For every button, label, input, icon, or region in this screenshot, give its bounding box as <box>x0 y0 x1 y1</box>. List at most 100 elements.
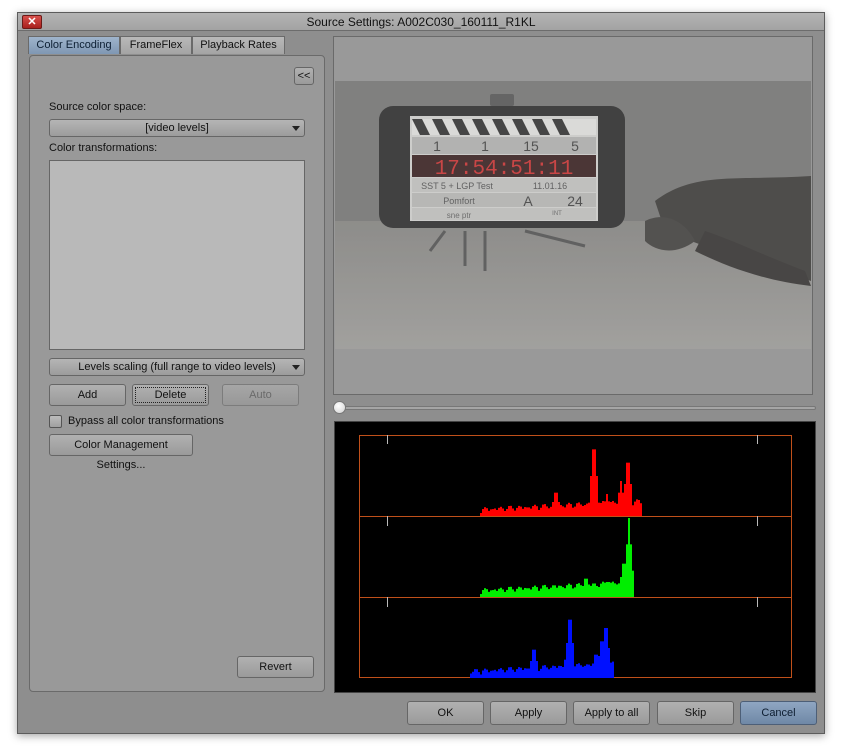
histogram-bar <box>542 585 544 597</box>
histogram-bar <box>554 585 556 597</box>
histogram-bar <box>480 594 482 597</box>
source-color-space-label: Source color space: <box>49 101 147 113</box>
histogram-bar <box>502 508 504 516</box>
source-settings-dialog: ✕ Source Settings: A002C030_160111_R1KL … <box>17 12 825 734</box>
auto-button[interactable]: Auto <box>222 384 299 406</box>
histogram-bar <box>526 668 528 678</box>
apply-button[interactable]: Apply <box>490 701 567 725</box>
histogram-bar <box>510 586 512 597</box>
histogram-bar <box>554 492 556 516</box>
histogram-bar <box>490 509 492 516</box>
histogram-bar <box>494 508 496 516</box>
histogram-bar <box>630 484 632 516</box>
histogram-bar <box>600 641 602 678</box>
histogram-bar <box>508 667 510 678</box>
histogram-bar <box>512 589 514 597</box>
histogram-bar <box>518 586 520 597</box>
tab-frameflex[interactable]: FrameFlex <box>120 36 192 54</box>
histogram-bar <box>528 588 530 597</box>
histogram-bar <box>488 672 490 678</box>
histogram-bar <box>592 583 594 597</box>
histogram-bar <box>548 589 550 597</box>
histogram-bar <box>556 587 558 597</box>
histogram-bar <box>582 666 584 678</box>
title-bar[interactable]: ✕ Source Settings: A002C030_160111_R1KL <box>18 13 824 31</box>
histogram-bar <box>590 665 592 678</box>
histogram-bar <box>582 505 584 516</box>
histogram-bar <box>586 503 588 516</box>
skip-button[interactable]: Skip <box>657 701 734 725</box>
source-color-space-value: [video levels] <box>145 122 209 134</box>
histogram-bar <box>584 665 586 678</box>
histogram-bar <box>606 494 608 516</box>
histogram-bar <box>570 584 572 597</box>
histogram-bar <box>504 510 506 516</box>
histogram-bar <box>638 500 640 516</box>
histogram-bar <box>588 502 590 516</box>
histogram-bar <box>576 583 578 597</box>
histogram-bar <box>626 544 628 597</box>
source-color-space-select[interactable]: [video levels] <box>49 119 305 137</box>
histogram-bar <box>598 586 600 597</box>
histogram-bar <box>590 585 592 597</box>
histogram-bar <box>518 505 520 516</box>
histogram-bar <box>542 504 544 516</box>
histogram-bar <box>558 585 560 597</box>
bypass-checkbox[interactable] <box>49 415 62 428</box>
histogram-bar <box>530 589 532 597</box>
histogram-bar <box>582 586 584 597</box>
histogram-bar <box>606 628 608 678</box>
histogram-bar <box>566 585 568 597</box>
revert-button[interactable]: Revert <box>237 656 314 678</box>
histogram-bar <box>608 582 610 597</box>
histogram-bar <box>532 649 534 678</box>
histogram-bar <box>594 654 596 678</box>
histogram-bar <box>546 667 548 678</box>
delete-button[interactable]: Delete <box>132 384 209 406</box>
histogram-bar <box>612 581 614 597</box>
histogram-canvas <box>359 435 792 678</box>
color-transformations-list[interactable] <box>49 160 305 350</box>
histogram-bar <box>514 591 516 597</box>
histogram-bar <box>538 671 540 678</box>
histogram-bar <box>536 506 538 516</box>
preview-image: 1 1 15 5 17:54:51:11 SST 5 + LGP Test 11… <box>335 81 811 349</box>
color-management-settings-button[interactable]: Color Management Settings... <box>49 434 193 471</box>
apply-to-all-button[interactable]: Apply to all <box>573 701 650 725</box>
add-button[interactable]: Add <box>49 384 126 406</box>
histogram-bar <box>564 588 566 597</box>
histogram-bar <box>604 628 606 678</box>
histogram-bar <box>498 588 500 597</box>
histogram-bar <box>516 588 518 597</box>
histogram-bar <box>522 589 524 597</box>
histogram-bar <box>532 506 534 516</box>
histogram-blue <box>470 619 614 678</box>
histogram-bar <box>534 649 536 678</box>
playback-slider-track[interactable] <box>338 406 816 410</box>
histogram-bar <box>572 507 574 516</box>
histogram-bar <box>548 669 550 678</box>
histogram-bar <box>566 504 568 516</box>
tab-playback-rates[interactable]: Playback Rates <box>192 36 285 54</box>
histogram-bar <box>480 513 482 516</box>
histogram-bar <box>560 505 562 516</box>
collapse-button[interactable]: << <box>294 67 314 85</box>
histogram-bar <box>562 587 564 597</box>
histogram-bar <box>502 589 504 597</box>
histogram-bar <box>604 582 606 597</box>
histogram-bar <box>624 563 626 597</box>
histogram-bar <box>540 507 542 516</box>
cancel-button[interactable]: Cancel <box>740 701 817 725</box>
tab-color-encoding[interactable]: Color Encoding <box>28 36 120 54</box>
histogram-bar <box>586 664 588 678</box>
histogram-bar <box>534 504 536 516</box>
histogram-bar <box>488 510 490 516</box>
histogram-bar <box>476 669 478 678</box>
histogram-bar <box>526 588 528 597</box>
histogram-bar <box>576 503 578 516</box>
histogram-bar <box>498 507 500 516</box>
histogram-bar <box>500 668 502 678</box>
ok-button[interactable]: OK <box>407 701 484 725</box>
playback-slider-thumb[interactable] <box>333 401 346 414</box>
levels-scaling-select[interactable]: Levels scaling (full range to video leve… <box>49 358 305 376</box>
